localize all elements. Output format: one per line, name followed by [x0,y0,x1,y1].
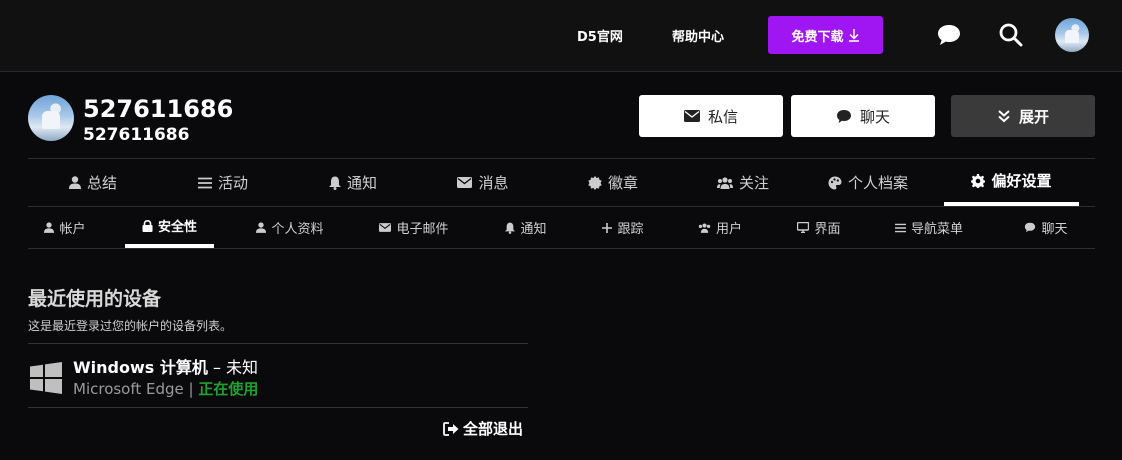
windows-icon [30,362,62,394]
tab-following[interactable]: 关注 [678,159,808,206]
subtab-label: 电子邮件 [396,222,449,237]
device-browser: Microsoft Edge [73,380,184,398]
list-icon [197,177,212,188]
bell-icon [505,222,516,234]
envelope-icon [457,177,473,188]
user-icon [256,222,267,233]
avatar-image [28,95,74,141]
subtab-label: 帐户 [59,222,86,237]
subtab-security[interactable]: 安全性 [125,207,214,248]
search-icon[interactable] [998,22,1024,48]
download-label: 免费下载 [791,29,844,45]
header-avatar[interactable] [1055,18,1089,52]
subtab-label: 通知 [520,222,547,237]
subtab-notifications[interactable]: 通知 [491,207,561,248]
private-message-label: 私信 [707,107,738,126]
download-arrow-icon [848,29,859,42]
tab-notifications[interactable]: 通知 [288,159,418,206]
subtab-interface[interactable]: 界面 [784,207,854,248]
lock-icon [142,219,153,232]
subtab-personal-info[interactable]: 个人资料 [240,207,340,248]
subtab-label: 聊天 [1041,222,1068,237]
user-icon [68,176,81,189]
palette-icon [828,176,842,189]
device-name: Windows 计算机 – 未知 [73,354,258,378]
private-message-button[interactable]: 私信 [639,95,783,137]
tab-label: 偏好设置 [991,172,1052,190]
envelope-icon [683,110,700,122]
expand-label: 展开 [1018,107,1049,126]
subtab-label: 导航菜单 [910,222,963,237]
subtab-nav-menu[interactable]: 导航菜单 [884,207,974,248]
subtab-label: 跟踪 [617,222,644,237]
plus-icon [602,222,613,233]
users-icon [698,222,711,233]
chat-bubble-icon[interactable] [936,22,962,48]
tab-label: 徽章 [607,174,638,192]
help-center-link[interactable]: 帮助中心 [672,26,724,45]
subtab-chat[interactable]: 聊天 [1011,207,1081,248]
tab-label: 消息 [478,174,509,192]
tab-label: 通知 [346,174,377,192]
subtab-label: 界面 [814,222,841,237]
sign-out-icon [443,421,459,436]
device-divider: | [183,380,199,398]
chat-button[interactable]: 聊天 [791,95,935,137]
device-location: 未知 [226,358,259,377]
tab-messages[interactable]: 消息 [418,159,548,206]
subtab-account[interactable]: 帐户 [28,207,102,248]
d5-official-link[interactable]: D5官网 [577,26,623,45]
profile-username: 527611686 [83,95,234,123]
chat-bubble-icon [1025,222,1036,233]
section-title: 最近使用的设备 [28,288,162,310]
tab-label: 活动 [217,174,248,192]
logout-all-label: 全部退出 [463,420,524,438]
subtab-tracking[interactable]: 跟踪 [588,207,658,248]
secondary-nav: 帐户 安全性 个人资料 电子邮件 通知 跟踪 用户 界面 导航菜单 聊天 [28,207,1095,249]
device-os: Windows 计算机 [73,358,208,377]
free-download-button[interactable]: 免费下载 [768,16,883,54]
chat-label: 聊天 [859,107,890,126]
profile-user-id: 527611686 [83,125,190,145]
badge-icon [588,175,602,190]
chat-bubble-icon [836,109,851,123]
subtab-label: 用户 [715,222,742,237]
device-row: Windows 计算机 – 未知 Microsoft Edge | 正在使用 [28,343,528,408]
tab-badges[interactable]: 徽章 [548,159,678,206]
users-icon [716,176,733,189]
subtab-label: 个人资料 [271,222,324,237]
double-chevron-down-icon [998,110,1010,123]
list-icon [894,223,906,232]
expand-button[interactable]: 展开 [951,95,1095,137]
envelope-icon [379,223,392,232]
tab-activity[interactable]: 活动 [158,159,288,206]
user-icon [44,222,55,233]
device-status: 正在使用 [198,380,259,398]
bell-icon [328,176,341,190]
subtab-label: 安全性 [157,220,197,235]
top-header: D5官网 帮助中心 免费下载 [0,0,1122,72]
desktop-icon [797,222,810,233]
logout-all-button[interactable]: 全部退出 [443,418,523,439]
tab-summary[interactable]: 总结 [28,159,158,206]
primary-nav: 总结 活动 通知 消息 徽章 关注 个人档案 偏好设置 [28,158,1095,207]
profile-avatar [28,95,74,141]
tab-preferences[interactable]: 偏好设置 [944,159,1079,206]
section-description: 这是最近登录过您的帐户的设备列表。 [28,319,233,333]
device-details: Microsoft Edge | 正在使用 [73,378,258,399]
gear-icon [971,173,986,188]
avatar-image [1055,18,1089,52]
tab-label: 个人档案 [847,174,908,192]
device-separator: – [207,358,227,377]
tab-profile[interactable]: 个人档案 [793,159,943,206]
tab-label: 总结 [86,174,117,192]
subtab-users[interactable]: 用户 [685,207,755,248]
tab-label: 关注 [738,174,769,192]
subtab-email[interactable]: 电子邮件 [364,207,464,248]
